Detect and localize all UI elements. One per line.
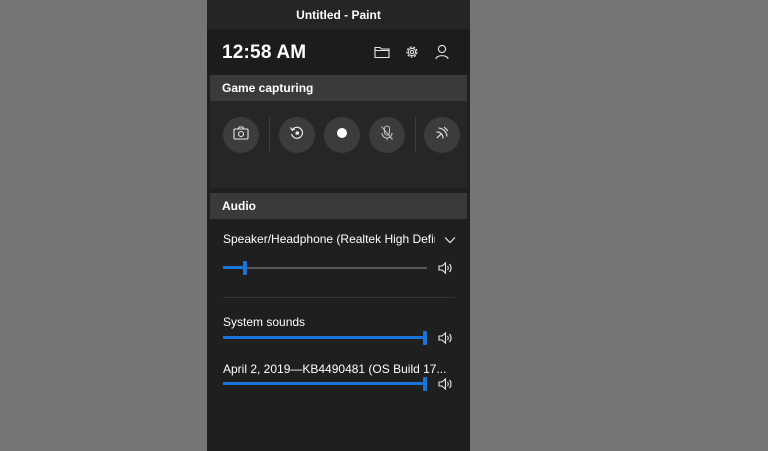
audio-device-dropdown[interactable]: Speaker/Headphone (Realtek High Defin: [223, 229, 463, 249]
audio-header: Audio: [210, 193, 467, 219]
audio-divider: [223, 297, 455, 298]
broadcast-icon: [434, 125, 450, 146]
chevron-down-icon: [444, 233, 456, 247]
speaker-icon[interactable]: [438, 331, 454, 345]
screenshot-button[interactable]: [223, 117, 259, 153]
record-icon: [336, 126, 348, 144]
slider-fill: [223, 382, 425, 385]
folder-icon[interactable]: [373, 43, 391, 61]
update-volume-slider[interactable]: [223, 377, 427, 391]
microphone-toggle-button[interactable]: [369, 117, 405, 153]
camera-icon: [233, 125, 249, 145]
audio-device-name: Speaker/Headphone (Realtek High Defin: [223, 232, 435, 246]
mic-off-icon: [380, 124, 394, 146]
capture-divider: [269, 117, 270, 153]
slider-fill: [223, 336, 425, 339]
gear-icon[interactable]: [403, 43, 421, 61]
master-volume-slider[interactable]: [223, 261, 427, 275]
capture-widget: [210, 101, 467, 188]
slider-thumb[interactable]: [243, 261, 247, 275]
header-bar: 12:58 AM: [207, 29, 470, 75]
audio-widget: Speaker/Headphone (Realtek High Defin Sy…: [210, 219, 467, 451]
clock: 12:58 AM: [222, 42, 307, 63]
record-last-icon: [289, 125, 305, 146]
slider-track: [223, 267, 427, 269]
person-icon[interactable]: [433, 43, 451, 61]
game-bar-panel: Untitled - Paint 12:58 AM Game capturing: [207, 0, 470, 451]
slider-thumb[interactable]: [423, 331, 427, 345]
game-capturing-header: Game capturing: [210, 75, 467, 101]
broadcast-button[interactable]: [424, 117, 460, 153]
speaker-icon[interactable]: [438, 261, 454, 275]
slider-fill: [223, 266, 245, 269]
app-label-update: April 2, 2019—KB4490481 (OS Build 17...: [223, 362, 447, 376]
record-last-30s-button[interactable]: [279, 117, 315, 153]
start-recording-button[interactable]: [324, 117, 360, 153]
app-label-system-sounds: System sounds: [223, 315, 306, 329]
capture-divider: [415, 117, 416, 153]
window-title: Untitled - Paint: [207, 0, 470, 29]
system-sounds-volume-slider[interactable]: [223, 331, 427, 345]
speaker-icon[interactable]: [438, 377, 454, 391]
slider-thumb[interactable]: [423, 377, 427, 391]
